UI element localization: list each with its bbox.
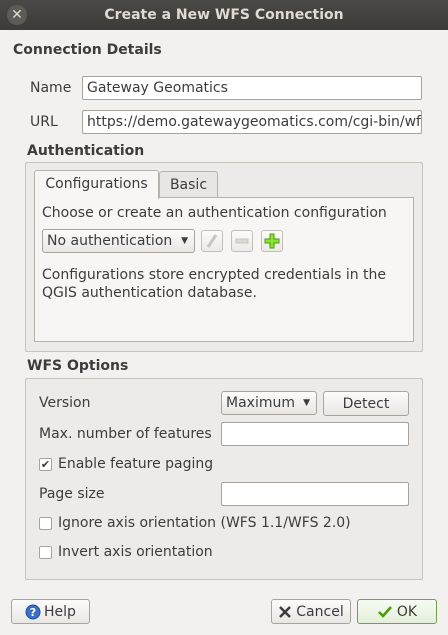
tab-basic[interactable]: Basic [159, 171, 218, 199]
svg-text:?: ? [30, 606, 36, 619]
name-label: Name [30, 80, 72, 96]
max-features-input[interactable] [221, 422, 409, 446]
cancel-icon [279, 605, 292, 618]
url-label: URL [30, 114, 58, 130]
name-input[interactable]: Gateway Geomatics [82, 76, 422, 100]
remove-config-button[interactable] [231, 230, 253, 252]
pencil-icon [206, 234, 218, 248]
version-label: Version [39, 395, 91, 411]
invert-axis-checkbox[interactable] [39, 546, 52, 559]
wfs-options-title: WFS Options [27, 358, 129, 374]
auth-note: Configurations store encrypted credentia… [42, 267, 387, 301]
detect-button[interactable]: Detect [323, 391, 409, 416]
authentication-title: Authentication [27, 143, 145, 159]
cancel-label: Cancel [296, 603, 344, 620]
max-features-label: Max. number of features [39, 426, 212, 442]
minus-icon [235, 238, 249, 244]
cancel-button[interactable]: Cancel [271, 599, 351, 624]
paging-checkbox[interactable]: ✔ [39, 458, 52, 471]
help-label: Help [44, 603, 76, 620]
help-icon: ? [25, 604, 41, 619]
connection-details-title: Connection Details [13, 42, 162, 58]
window-title: Create a New WFS Connection [104, 7, 344, 23]
version-value: Maximum [226, 395, 295, 411]
add-config-button[interactable] [261, 230, 283, 252]
title-bar: ✕ Create a New WFS Connection [0, 0, 448, 30]
help-button[interactable]: ? Help [11, 599, 90, 624]
url-input[interactable]: https://demo.gatewaygeomatics.com/cgi-bi… [82, 110, 422, 134]
edit-config-button[interactable] [201, 230, 223, 252]
ok-button[interactable]: OK [357, 599, 437, 624]
chevron-down-icon: ▼ [181, 236, 188, 246]
invert-axis-label: Invert axis orientation [58, 544, 213, 560]
version-select[interactable]: Maximum ▼ [221, 391, 317, 415]
auth-instruction: Choose or create an authentication confi… [42, 205, 387, 221]
auth-config-value: No authentication [47, 233, 173, 249]
checkmark-icon [378, 605, 392, 618]
ignore-axis-label: Ignore axis orientation (WFS 1.1/WFS 2.0… [58, 515, 351, 531]
page-size-label: Page size [39, 486, 105, 502]
paging-label: Enable feature paging [58, 456, 214, 472]
tab-configurations[interactable]: Configurations [34, 170, 159, 199]
chevron-down-icon: ▼ [303, 398, 310, 408]
auth-config-select[interactable]: No authentication ▼ [42, 229, 195, 253]
close-icon[interactable]: ✕ [7, 5, 27, 25]
ok-label: OK [396, 603, 418, 620]
add-icon [264, 233, 280, 249]
ignore-axis-checkbox[interactable] [39, 517, 52, 530]
page-size-input[interactable] [221, 482, 409, 506]
